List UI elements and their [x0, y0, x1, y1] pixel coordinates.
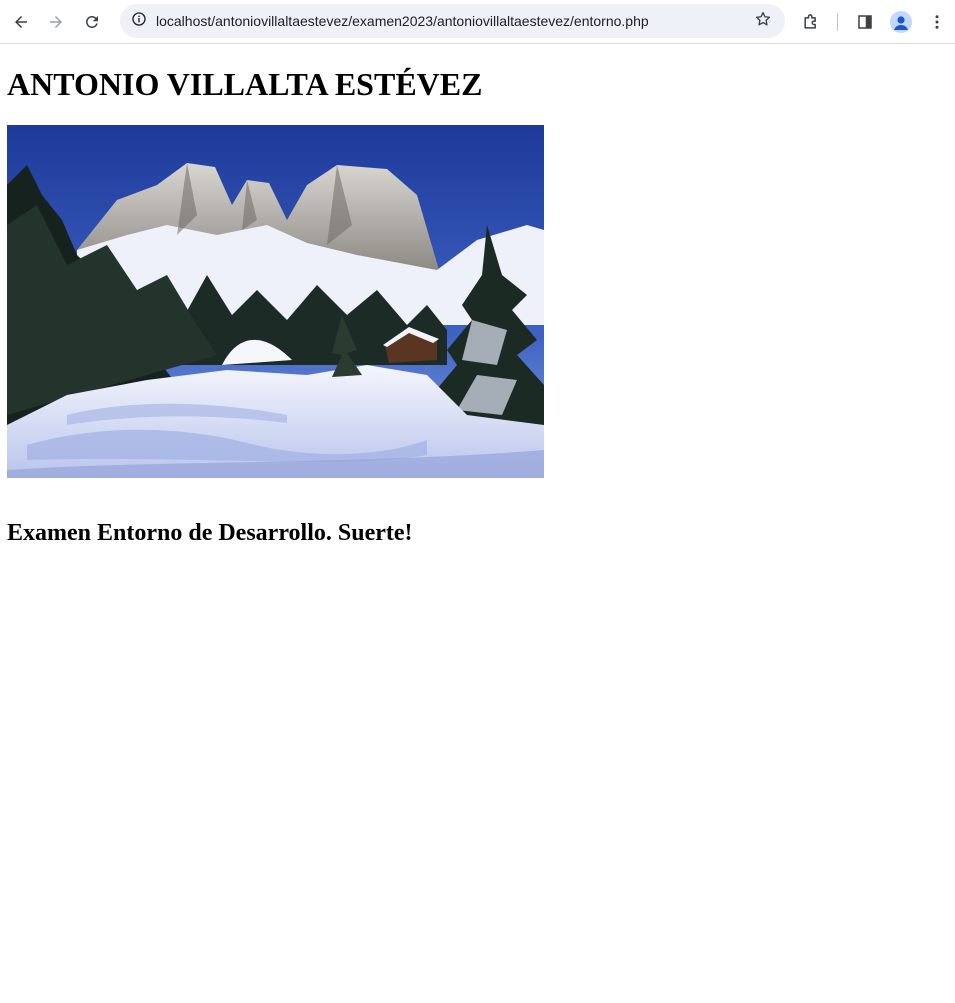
more-menu-button[interactable]	[921, 6, 953, 38]
url-text[interactable]: localhost/antoniovillaltaestevez/examen2…	[156, 4, 649, 38]
forward-button[interactable]	[40, 6, 72, 38]
page-subtitle: Examen Entorno de Desarrollo. Suerte!	[7, 520, 413, 546]
profile-icon	[890, 16, 912, 33]
reload-icon	[83, 13, 101, 31]
more-menu-icon	[928, 13, 946, 31]
bookmark-button[interactable]	[749, 7, 777, 35]
extensions-button[interactable]	[795, 6, 827, 38]
forward-arrow-icon	[47, 13, 65, 31]
side-panel-icon	[856, 13, 874, 31]
side-panel-button[interactable]	[849, 6, 881, 38]
reload-button[interactable]	[76, 6, 108, 38]
back-button[interactable]	[5, 6, 37, 38]
site-info-button[interactable]	[126, 8, 152, 34]
bookmark-star-icon	[754, 10, 772, 33]
toolbar-divider	[837, 13, 838, 31]
page-title: ANTONIO VILLALTA ESTÉVEZ	[7, 66, 483, 102]
back-arrow-icon	[12, 13, 30, 31]
extensions-icon	[801, 12, 821, 32]
browser-toolbar: localhost/antoniovillaltaestevez/examen2…	[0, 0, 955, 44]
address-bar[interactable]: localhost/antoniovillaltaestevez/examen2…	[120, 4, 785, 38]
site-info-icon	[131, 11, 147, 32]
profile-button[interactable]	[890, 11, 912, 33]
snowy-mountain-image	[7, 125, 544, 478]
